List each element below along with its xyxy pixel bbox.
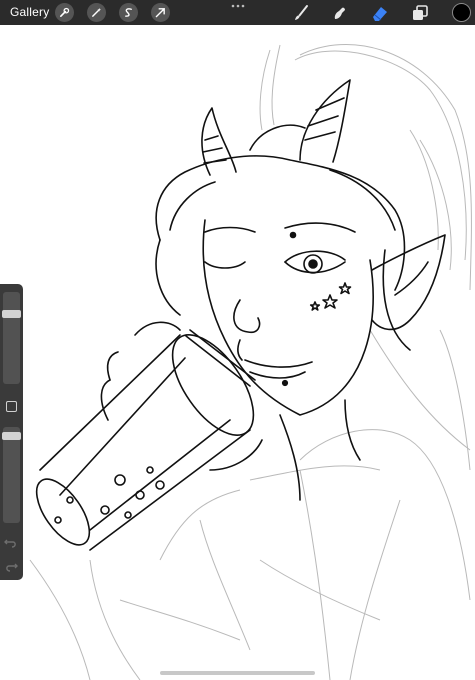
eraser-icon[interactable] <box>370 3 390 23</box>
opacity-thumb[interactable] <box>2 432 21 440</box>
more-options-icon[interactable] <box>230 3 246 9</box>
layers-icon[interactable] <box>410 3 430 23</box>
brush-sidebar <box>0 284 23 580</box>
redo-icon[interactable] <box>4 560 18 572</box>
home-indicator[interactable] <box>160 671 315 675</box>
modifier-square-icon[interactable] <box>6 401 17 412</box>
lineart-layer <box>35 79 446 551</box>
actions-button[interactable] <box>55 3 74 22</box>
brush-icon[interactable] <box>291 3 311 23</box>
color-picker-swatch[interactable] <box>452 3 471 22</box>
drawing-canvas[interactable] <box>0 25 475 680</box>
top-toolbar: Gallery <box>0 0 475 25</box>
selection-icon <box>125 8 132 17</box>
opacity-slider[interactable] <box>3 427 20 523</box>
transform-arrow-icon <box>155 8 165 18</box>
smudge-icon[interactable] <box>330 3 350 23</box>
brush-size-slider[interactable] <box>3 292 20 384</box>
wrench-icon <box>60 7 70 17</box>
selection-button[interactable] <box>119 3 138 22</box>
magic-wand-icon <box>92 7 102 17</box>
transform-button[interactable] <box>151 3 170 22</box>
gallery-button[interactable]: Gallery <box>10 5 49 19</box>
adjustments-button[interactable] <box>87 3 106 22</box>
undo-icon[interactable] <box>4 536 18 548</box>
brush-size-thumb[interactable] <box>2 310 21 318</box>
